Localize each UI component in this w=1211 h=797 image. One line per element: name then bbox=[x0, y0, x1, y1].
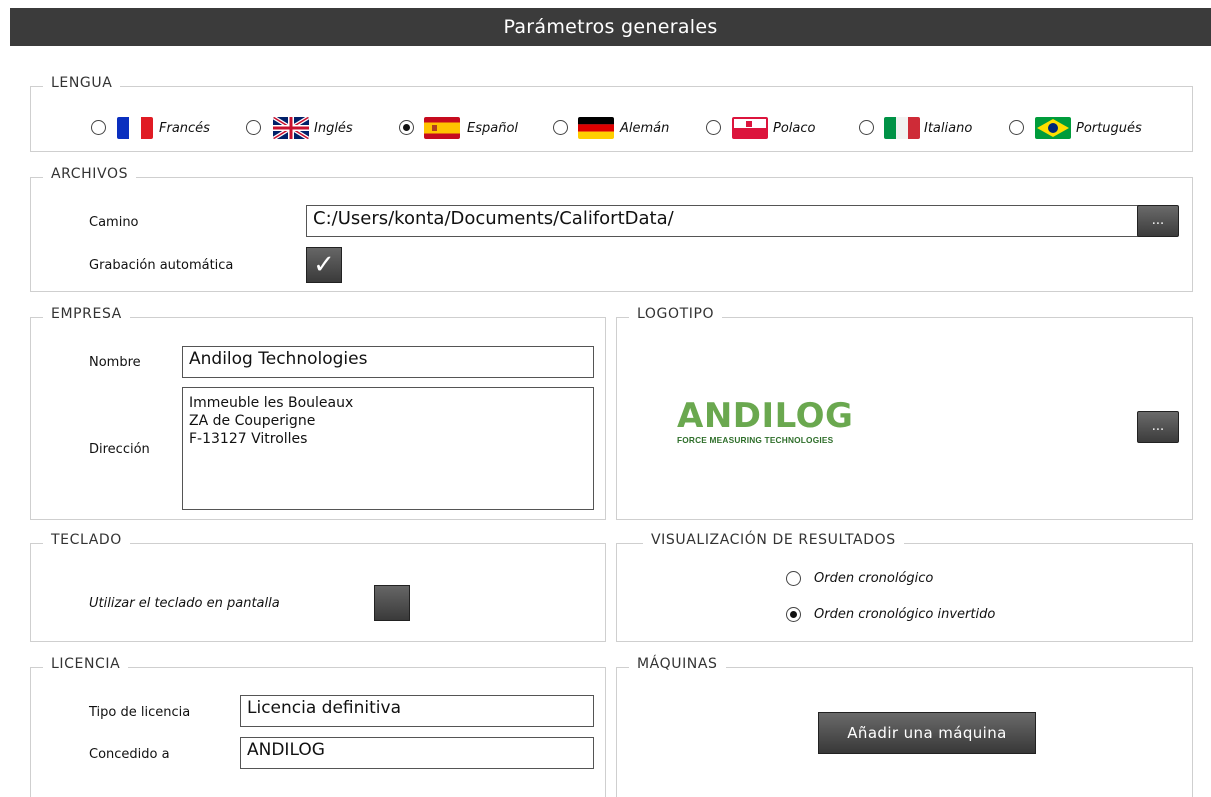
license-panel: LICENCIA Tipo de licencia Licencia defin… bbox=[30, 656, 606, 797]
path-browse-button[interactable]: ... bbox=[1137, 205, 1179, 237]
machines-legend: MÁQUINAS bbox=[629, 656, 726, 672]
radio-reverse-chronological[interactable] bbox=[786, 607, 801, 622]
license-legend: LICENCIA bbox=[43, 656, 129, 672]
license-granted-field: ANDILOG bbox=[240, 737, 594, 769]
flag-spain-icon bbox=[424, 117, 460, 139]
keyboard-legend: TECLADO bbox=[43, 532, 130, 548]
window-title-bar: Parámetros generales bbox=[10, 8, 1211, 46]
company-panel: EMPRESA Nombre Andilog Technologies Dire… bbox=[30, 306, 606, 520]
radio-french[interactable] bbox=[91, 120, 106, 135]
radio-english[interactable] bbox=[246, 120, 261, 135]
radio-chronological[interactable] bbox=[786, 571, 801, 586]
language-label-english[interactable]: Inglés bbox=[314, 121, 353, 136]
window-title: Parámetros generales bbox=[503, 16, 718, 38]
company-address-textarea[interactable]: Immeuble les Bouleaux ZA de Couperigne F… bbox=[182, 387, 594, 510]
add-machine-button[interactable]: Añadir una máquina bbox=[818, 712, 1036, 754]
chronological-label[interactable]: Orden cronológico bbox=[814, 571, 933, 586]
language-label-french[interactable]: Francés bbox=[159, 121, 210, 136]
logo-tagline: FORCE MEASURING TECHNOLOGIES bbox=[677, 435, 834, 445]
license-type-label: Tipo de licencia bbox=[89, 705, 191, 720]
logo-panel: LOGOTIPO ANDILOG FORCE MEASURING TECHNOL… bbox=[616, 306, 1193, 520]
radio-italian[interactable] bbox=[859, 120, 874, 135]
radio-spanish[interactable] bbox=[399, 120, 414, 135]
reverse-chronological-label[interactable]: Orden cronológico invertido bbox=[814, 607, 995, 622]
address-line: ZA de Couperigne bbox=[189, 413, 316, 429]
flag-brazil-icon bbox=[1035, 117, 1071, 139]
company-legend: EMPRESA bbox=[43, 306, 130, 322]
files-legend: ARCHIVOS bbox=[43, 166, 137, 182]
language-label-italian[interactable]: Italiano bbox=[924, 121, 972, 136]
language-label-german[interactable]: Alemán bbox=[620, 121, 669, 136]
autosave-checkbox[interactable]: ✓ bbox=[306, 247, 342, 283]
results-panel: VISUALIZACIÓN DE RESULTADOS Orden cronol… bbox=[616, 532, 1193, 642]
address-line: Immeuble les Bouleaux bbox=[189, 395, 354, 411]
files-panel: ARCHIVOS Camino C:/Users/konta/Documents… bbox=[30, 166, 1193, 292]
autosave-label: Grabación automática bbox=[89, 258, 234, 273]
flag-france-icon bbox=[117, 117, 153, 139]
path-label: Camino bbox=[89, 215, 139, 230]
path-input[interactable]: C:/Users/konta/Documents/CalifortData/ bbox=[306, 205, 1159, 237]
onscreen-keyboard-checkbox[interactable] bbox=[374, 585, 410, 621]
license-granted-label: Concedido a bbox=[89, 747, 170, 762]
address-line: F-13127 Vitrolles bbox=[189, 431, 308, 447]
company-address-label: Dirección bbox=[89, 442, 150, 457]
language-label-polish[interactable]: Polaco bbox=[773, 121, 815, 136]
onscreen-keyboard-label: Utilizar el teclado en pantalla bbox=[89, 596, 280, 611]
logo-browse-button[interactable]: ... bbox=[1137, 411, 1179, 443]
logo-wordmark: ANDILOG bbox=[677, 396, 854, 436]
keyboard-panel: TECLADO Utilizar el teclado en pantalla bbox=[30, 532, 606, 642]
company-logo-image: ANDILOG FORCE MEASURING TECHNOLOGIES bbox=[677, 398, 877, 450]
language-panel: LENGUA Francés Inglés Español Alemán Pol… bbox=[30, 75, 1193, 152]
language-label-spanish[interactable]: Español bbox=[467, 121, 518, 136]
results-legend: VISUALIZACIÓN DE RESULTADOS bbox=[643, 532, 904, 548]
flag-uk-icon bbox=[273, 117, 309, 139]
license-type-field: Licencia definitiva bbox=[240, 695, 594, 727]
flag-italy-icon bbox=[884, 117, 920, 139]
language-legend: LENGUA bbox=[43, 75, 121, 91]
language-label-portuguese[interactable]: Portugués bbox=[1076, 121, 1142, 136]
machines-panel: MÁQUINAS Añadir una máquina bbox=[616, 656, 1193, 797]
radio-portuguese[interactable] bbox=[1009, 120, 1024, 135]
logo-legend: LOGOTIPO bbox=[629, 306, 723, 322]
company-name-label: Nombre bbox=[89, 355, 141, 370]
radio-polish[interactable] bbox=[706, 120, 721, 135]
flag-poland-icon bbox=[732, 117, 768, 139]
company-name-input[interactable]: Andilog Technologies bbox=[182, 346, 594, 378]
radio-german[interactable] bbox=[553, 120, 568, 135]
flag-germany-icon bbox=[578, 117, 614, 139]
